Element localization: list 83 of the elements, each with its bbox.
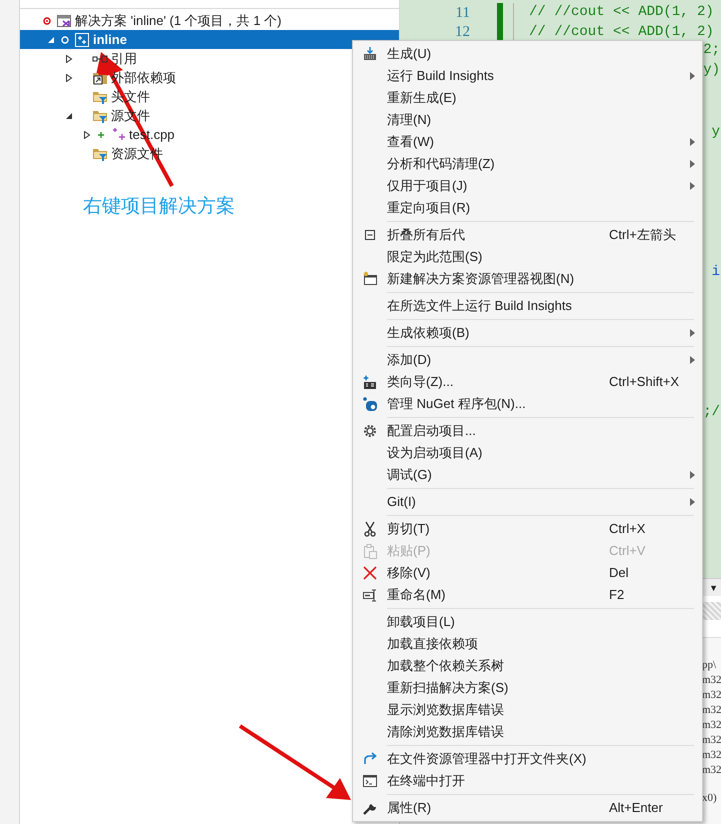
menu-item[interactable]: 属性(R) Alt+Enter [353,797,702,819]
solution-icon [56,12,72,28]
menu-item[interactable]: 在文件资源管理器中打开文件夹(X) [353,748,702,770]
settings-icon [362,423,378,439]
output-text: x0) [702,791,717,805]
submenu-arrow-icon [690,138,695,146]
class-wizard-icon [362,374,378,390]
clipboard-icon [362,543,378,559]
collapse-icon [362,227,378,243]
menu-item[interactable]: 折叠所有后代 Ctrl+左箭头 [353,224,702,246]
menu-item[interactable]: 重新生成(E) [353,87,702,109]
menu-item[interactable]: 管理 NuGet 程序包(N)... [353,393,702,415]
menu-item[interactable]: 添加(D) [353,349,702,371]
terminal-icon [362,773,378,789]
line-number: 12 [454,23,470,42]
code-line: // //cout << ADD(1, 2) [529,3,714,22]
menu-item[interactable]: 在终端中打开 [353,770,702,792]
output-text: m32 [702,763,721,777]
code-line: // //cout << ADD(1, 2) [529,22,714,42]
menu-item[interactable]: Git(I) [353,491,702,513]
code-fragment: y) [703,61,720,80]
menu-item[interactable]: 剪切(T) Ctrl+X [353,518,702,540]
menu-item[interactable]: 设为启动项目(A) [353,442,702,464]
output-text: m32 [702,703,721,717]
output-text: m32 [702,688,721,702]
menu-item[interactable]: 移除(V) Del [353,562,702,584]
rename-icon [362,587,378,603]
output-text: pp\ [702,658,716,672]
menu-item[interactable]: 重命名(M) F2 [353,584,702,606]
package-icon [362,396,378,412]
menu-item[interactable]: 配置启动项目... [353,420,702,442]
submenu-arrow-icon [690,160,695,168]
menu-item[interactable]: 新建解决方案资源管理器视图(N) [353,268,702,290]
collapsed-arrow-icon [83,130,91,138]
close-icon [362,565,378,581]
line-number: 11 [454,4,470,22]
output-text: m32 [702,748,721,762]
menu-item[interactable]: 仅用于项目(J) [353,175,702,197]
dropdown-arrow[interactable]: ▼ [709,579,718,596]
menu-item[interactable]: 生成依赖项(B) [353,322,702,344]
code-fragment: y [712,123,720,142]
submenu-arrow-icon [690,356,695,364]
output-text: m32 [702,733,721,747]
menu-item[interactable]: 调试(G) [353,464,702,486]
project-icon [74,32,90,48]
menu-item[interactable]: 运行 Build Insights [353,65,702,87]
menu-item[interactable]: 重定向项目(R) [353,197,702,219]
window-icon [362,271,378,287]
build-icon [362,46,378,62]
menu-item[interactable]: 重新扫描解决方案(S) [353,677,702,699]
tree-item[interactable]: 解决方案 'inline' (1 个项目，共 1 个) [20,11,399,30]
menu-item[interactable]: 清除浏览数据库错误 [353,721,702,743]
menu-item[interactable]: 卸载项目(L) [353,611,702,633]
annotation-text: 右键项目解决方案 [83,196,235,217]
menu-item[interactable]: 清理(N) [353,109,702,131]
menu-item[interactable]: 查看(W) [353,131,702,153]
tree-label: 解决方案 'inline' (1 个项目，共 1 个) [75,12,282,30]
code-fragment: 2; [703,41,720,60]
expanded-arrow-icon [47,36,55,44]
cpp-icon [110,126,126,142]
menu-item[interactable]: 分析和代码清理(Z) [353,153,702,175]
submenu-arrow-icon [690,471,695,479]
scissors-icon [362,521,378,537]
menu-item[interactable]: 类向导(Z)... Ctrl+Shift+X [353,371,702,393]
output-text: m32 [702,718,721,732]
expanded-arrow-icon [65,112,73,120]
output-text: m32 [702,673,721,687]
menu-item[interactable]: 限定为此范围(S) [353,246,702,268]
submenu-arrow-icon [690,182,695,190]
menu-item[interactable]: 在所选文件上运行 Build Insights [353,295,702,317]
tree-label: 引用 [111,50,137,68]
redo-arrow-icon [362,751,378,767]
menu-item[interactable]: 显示浏览数据库错误 [353,699,702,721]
code-fragment: ;/ [703,403,720,422]
code-fragment: i [712,263,720,282]
menu-item[interactable]: 加载直接依赖项 [353,633,702,655]
collapsed-arrow-icon [65,74,73,82]
collapsed-arrow-icon [65,54,73,62]
tree-label: inline [93,30,127,49]
submenu-arrow-icon [690,329,695,337]
menu-item[interactable]: 加载整个依赖关系树 [353,655,702,677]
submenu-arrow-icon [690,498,695,506]
submenu-arrow-icon [690,72,695,80]
